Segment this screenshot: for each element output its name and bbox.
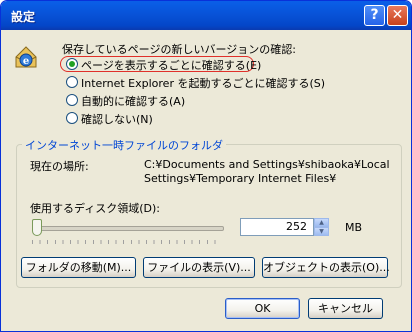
location-label: 現在の場所: bbox=[30, 160, 89, 173]
settings-dialog: 設定 ? ✕ e 保存しているページの新しいバージョンの確認: ページを表示する… bbox=[0, 0, 412, 332]
radio-label-every-visit[interactable]: ページを表示するごとに確認する(E) bbox=[81, 57, 261, 73]
view-objects-button[interactable]: オブジェクトの表示(O)... bbox=[262, 257, 390, 278]
ok-button[interactable]: OK bbox=[225, 298, 300, 319]
radio-label-never[interactable]: 確認しない(N) bbox=[81, 111, 153, 127]
radio-automatic[interactable] bbox=[66, 94, 78, 106]
disk-space-input[interactable]: 252 bbox=[240, 218, 314, 236]
spin-up-button[interactable]: ▲ bbox=[314, 218, 329, 227]
disk-unit-label: MB bbox=[345, 221, 363, 234]
location-path-line2: Settings¥Temporary Internet Files¥ bbox=[144, 172, 337, 185]
view-files-button[interactable]: ファイルの表示(V)... bbox=[143, 257, 255, 278]
temp-folder-group-title: インターネット一時ファイルのフォルダ bbox=[22, 137, 226, 153]
slider-ticks bbox=[32, 240, 222, 244]
radio-every-start[interactable] bbox=[66, 76, 78, 88]
radio-never[interactable] bbox=[66, 112, 78, 124]
disk-space-slider-track[interactable] bbox=[32, 226, 224, 231]
svg-text:e: e bbox=[23, 56, 29, 67]
disk-space-label: 使用するディスク領域(D): bbox=[30, 202, 160, 215]
check-heading: 保存しているページの新しいバージョンの確認: bbox=[62, 43, 296, 56]
location-path-line1: C:¥Documents and Settings¥shibaoka¥Local bbox=[144, 158, 390, 171]
move-folder-button[interactable]: フォルダの移動(M)... bbox=[21, 257, 136, 278]
help-button[interactable]: ? bbox=[364, 5, 385, 26]
radio-label-every-start[interactable]: Internet Explorer を起動するごとに確認する(S) bbox=[81, 75, 325, 91]
close-button[interactable]: ✕ bbox=[387, 5, 408, 26]
title-bar[interactable]: 設定 ? ✕ bbox=[1, 1, 411, 30]
dialog-body: e 保存しているページの新しいバージョンの確認: ページを表示するごとに確認する… bbox=[4, 30, 408, 329]
cancel-button[interactable]: キャンセル bbox=[308, 298, 383, 319]
radio-label-automatic[interactable]: 自動的に確認する(A) bbox=[81, 93, 185, 109]
spin-down-button[interactable]: ▼ bbox=[314, 227, 329, 236]
disk-space-slider-thumb[interactable] bbox=[31, 219, 42, 236]
window-title: 設定 bbox=[11, 10, 36, 24]
internet-explorer-icon: e bbox=[15, 46, 37, 68]
radio-every-visit[interactable] bbox=[66, 58, 78, 70]
